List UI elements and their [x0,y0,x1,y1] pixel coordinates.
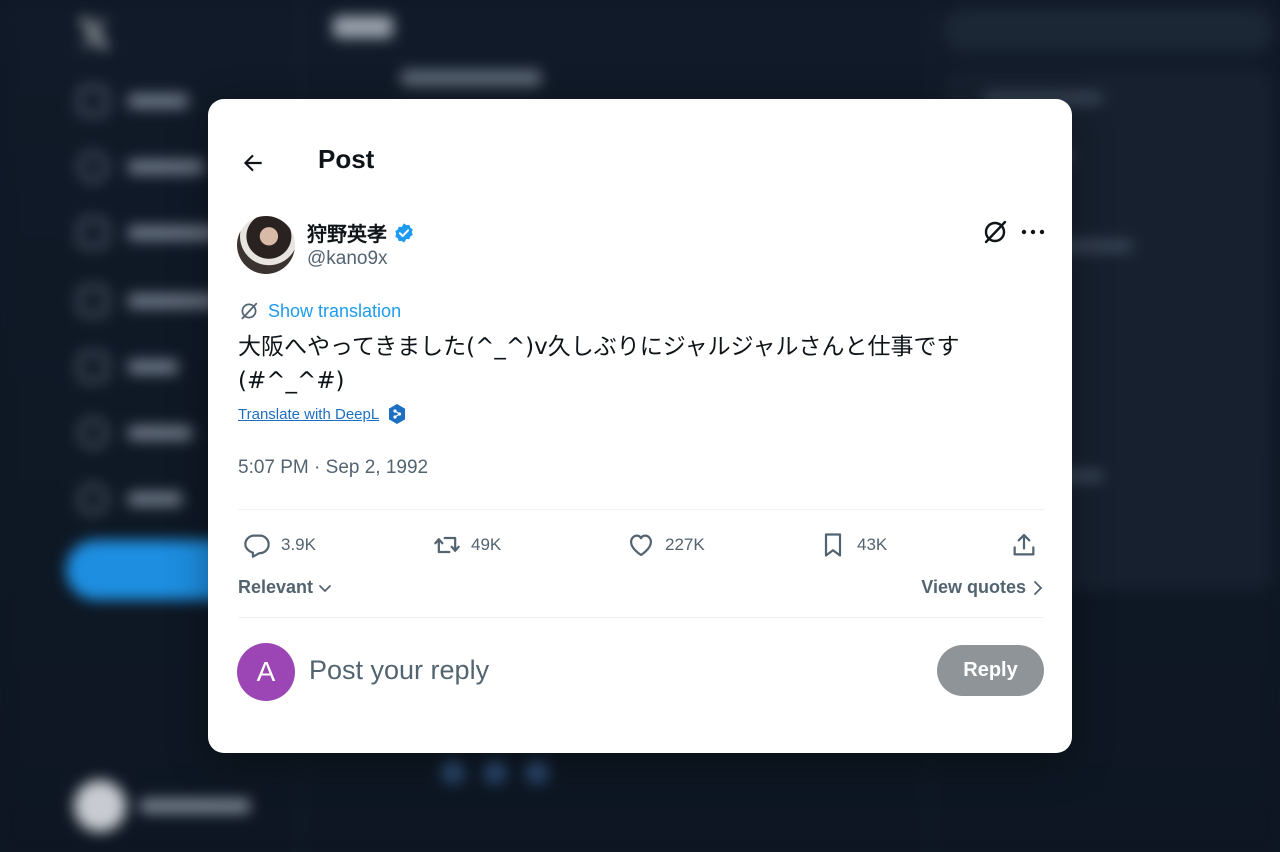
share-icon [1013,533,1035,556]
nav-lists [78,352,178,382]
chevron-right-icon [1034,580,1043,595]
tweet-text: 大阪へやってきました(^_^)v久しぶりにジャルジャルさんと仕事です (#^_^… [238,330,1038,398]
repost-count: 49K [471,535,502,554]
nav-notifications [78,218,218,248]
grok-icon [984,220,1007,244]
verified-badge-icon [395,222,413,243]
repost-icon [434,536,460,554]
tweet-text-line-1: 大阪へやってきました(^_^)v久しぶりにジャルジャルさんと仕事です [238,334,960,360]
chevron-down-icon [319,584,331,592]
comment-icon [244,534,270,558]
page-title: Post [318,144,375,174]
repost-action[interactable]: 49K [433,528,501,562]
like-count: 227K [665,535,705,554]
divider [238,617,1044,618]
author-avatar[interactable] [237,216,295,274]
tweet-timestamp[interactable]: 5:07 PM · Sep 2, 1992 [238,457,428,479]
arrow-left-icon [243,154,262,172]
more-options-button[interactable] [1018,218,1048,246]
view-quotes-label: View quotes [921,577,1026,597]
back-button[interactable] [236,146,270,180]
more-horizontal-icon [1021,229,1045,235]
deepl-label: Translate with DeepL [238,405,380,423]
grok-button[interactable] [980,217,1010,247]
bookmark-action[interactable]: 43K [819,528,887,562]
reply-input[interactable] [309,650,909,690]
tweet-text-line-2: (#^_^#) [238,368,345,394]
reply-action[interactable]: 3.9K [243,528,316,562]
author-name-text: 狩野英孝 [307,222,387,246]
view-quotes-link[interactable]: View quotes [921,577,1044,598]
author-name[interactable]: 狩野英孝 [307,218,415,247]
user-avatar[interactable]: A [237,643,295,701]
nav-more [78,484,182,514]
nav-explore [78,152,204,182]
reply-button[interactable]: Reply [937,645,1044,696]
x-logo-icon: 𝕏 [78,12,111,58]
reply-count: 3.9K [281,535,316,554]
bookmark-count: 43K [857,535,888,554]
nav-messages [78,286,218,316]
sort-relevant-dropdown[interactable]: Relevant [238,577,333,598]
bookmark-icon [824,533,842,557]
show-translation-link[interactable]: Show translation [238,300,401,322]
nav-profile [78,418,192,448]
show-translation-label: Show translation [268,300,402,321]
bg-account [74,780,250,832]
heart-icon [629,534,653,557]
sort-label: Relevant [238,577,314,597]
author-handle[interactable]: @kano9x [307,248,388,270]
deepl-translate-link[interactable]: Translate with DeepL [238,403,407,425]
divider [238,509,1044,510]
deepl-icon [389,404,406,424]
like-action[interactable]: 227K [627,528,705,562]
share-action[interactable] [1010,528,1038,562]
nav-home [78,86,188,116]
translate-icon [241,302,258,320]
